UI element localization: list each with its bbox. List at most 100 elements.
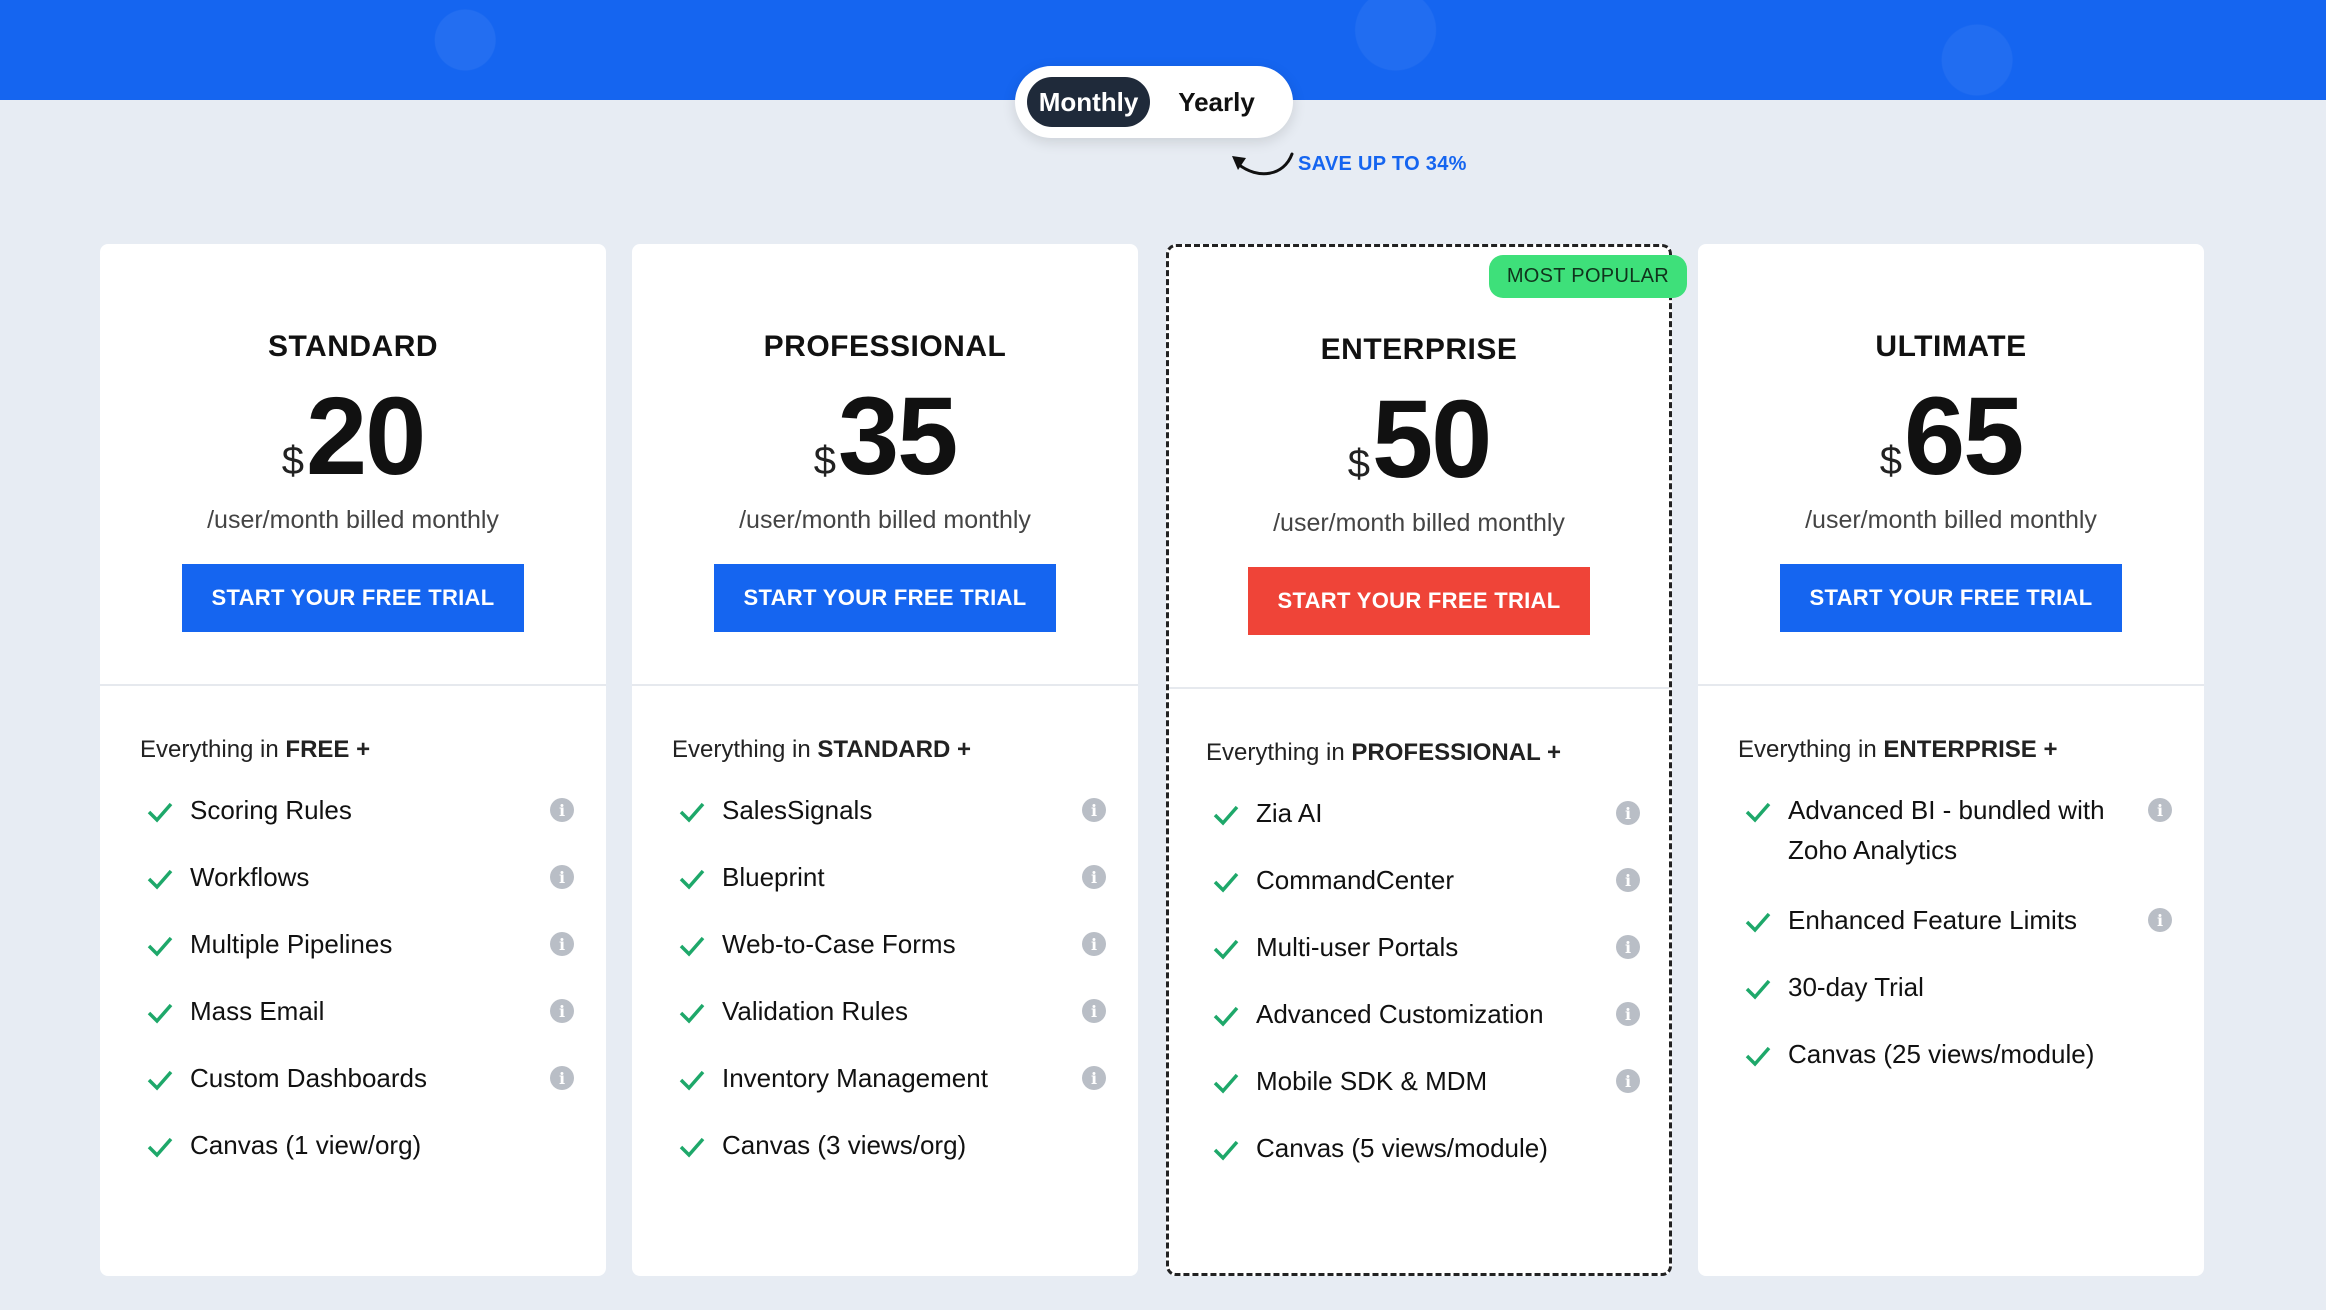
info-icon[interactable]: i xyxy=(1616,801,1640,825)
feature-item: 30-day Trial xyxy=(1744,972,2164,1007)
plan-card-head: PROFESSIONAL $ 35 /user/month billed mon… xyxy=(632,244,1138,686)
check-icon xyxy=(1745,802,1771,823)
check-icon xyxy=(147,936,173,957)
currency-symbol: $ xyxy=(281,439,304,483)
plan-name: PROFESSIONAL xyxy=(763,330,1007,363)
price-amount: 65 xyxy=(1903,375,2024,498)
plan-price: $ 35 xyxy=(632,382,1138,492)
feature-list: Scoring Rules i Workflows i Multiple Pipel… xyxy=(146,795,574,1198)
save-note: SAVE UP TO 34% xyxy=(1228,146,1467,182)
info-icon[interactable]: i xyxy=(550,865,574,889)
info-icon[interactable]: i xyxy=(1082,932,1106,956)
check-icon xyxy=(1213,872,1239,893)
plan-name: ULTIMATE xyxy=(1875,330,2027,363)
check-icon xyxy=(679,869,705,890)
check-icon xyxy=(679,1003,705,1024)
info-icon[interactable]: i xyxy=(1082,865,1106,889)
feature-item: Advanced Customization i xyxy=(1212,999,1640,1034)
start-trial-button[interactable]: START YOUR FREE TRIAL xyxy=(1780,564,2122,632)
feature-item: Canvas (3 views/org) xyxy=(678,1130,1098,1165)
info-icon[interactable]: i xyxy=(2148,908,2172,932)
plan-price: $ 20 xyxy=(100,382,606,492)
plan-card-enterprise: MOST POPULAR ENTERPRISE $ 50 /user/month… xyxy=(1166,244,1687,1276)
start-trial-button[interactable]: START YOUR FREE TRIAL xyxy=(714,564,1056,632)
feature-item: Scoring Rules i xyxy=(146,795,574,830)
feature-item: Workflows i xyxy=(146,862,574,897)
check-icon xyxy=(679,802,705,823)
feature-item: Advanced BI - bundled with Zoho Analytic… xyxy=(1744,795,2172,870)
feature-item: SalesSignals i xyxy=(678,795,1106,830)
feature-list: Advanced BI - bundled with Zoho Analytic… xyxy=(1744,795,2172,1107)
plan-name: ENTERPRISE xyxy=(1320,333,1518,366)
check-icon xyxy=(147,1070,173,1091)
feature-list: Zia AI i CommandCenter i Multi-user Portal… xyxy=(1212,798,1640,1201)
price-amount: 35 xyxy=(837,375,958,498)
feature-item: Multi-user Portals i xyxy=(1212,932,1640,967)
currency-symbol: $ xyxy=(1347,442,1370,486)
check-icon xyxy=(1213,1006,1239,1027)
billing-period: /user/month billed monthly xyxy=(1805,506,2097,534)
feature-item: Mobile SDK & MDM i xyxy=(1212,1066,1640,1101)
info-icon[interactable]: i xyxy=(550,999,574,1023)
plan-price: $ 65 xyxy=(1698,382,2204,492)
plan-card-standard: STANDARD $ 20 /user/month billed monthly… xyxy=(100,244,606,1276)
info-icon[interactable]: i xyxy=(1082,999,1106,1023)
everything-in: Everything in ENTERPRISE + xyxy=(1738,736,2058,763)
check-icon xyxy=(147,1137,173,1158)
info-icon[interactable]: i xyxy=(1616,1002,1640,1026)
check-icon xyxy=(147,802,173,823)
info-icon[interactable]: i xyxy=(1616,935,1640,959)
feature-item: Web-to-Case Forms i xyxy=(678,929,1106,964)
toggle-yearly[interactable]: Yearly xyxy=(1152,77,1281,127)
check-icon xyxy=(147,869,173,890)
check-icon xyxy=(1213,1073,1239,1094)
start-trial-button[interactable]: START YOUR FREE TRIAL xyxy=(1248,567,1590,635)
feature-item: Canvas (5 views/module) xyxy=(1212,1133,1632,1168)
info-icon[interactable]: i xyxy=(550,1066,574,1090)
check-icon xyxy=(1745,912,1771,933)
check-icon xyxy=(679,1137,705,1158)
plan-card-professional: PROFESSIONAL $ 35 /user/month billed mon… xyxy=(632,244,1138,1276)
check-icon xyxy=(1213,939,1239,960)
info-icon[interactable]: i xyxy=(2148,798,2172,822)
info-icon[interactable]: i xyxy=(550,932,574,956)
toggle-monthly[interactable]: Monthly xyxy=(1027,77,1151,127)
check-icon xyxy=(1213,1140,1239,1161)
feature-item: Enhanced Feature Limits i xyxy=(1744,905,2172,940)
plan-card-head: ULTIMATE $ 65 /user/month billed monthly… xyxy=(1698,244,2204,686)
plan-card-ultimate: ULTIMATE $ 65 /user/month billed monthly… xyxy=(1698,244,2204,1276)
plan-price: $ 50 xyxy=(1169,385,1669,495)
currency-symbol: $ xyxy=(1879,439,1902,483)
info-icon[interactable]: i xyxy=(1082,1066,1106,1090)
plan-card-head: STANDARD $ 20 /user/month billed monthly… xyxy=(100,244,606,686)
everything-in: Everything in STANDARD + xyxy=(672,736,971,763)
feature-item: Zia AI i xyxy=(1212,798,1640,833)
feature-item: CommandCenter i xyxy=(1212,865,1640,900)
check-icon xyxy=(1213,805,1239,826)
billing-period: /user/month billed monthly xyxy=(1273,509,1565,537)
everything-in: Everything in FREE + xyxy=(140,736,371,763)
everything-in: Everything in PROFESSIONAL + xyxy=(1206,739,1562,766)
billing-period: /user/month billed monthly xyxy=(739,506,1031,534)
plan-card-head: ENTERPRISE $ 50 /user/month billed month… xyxy=(1169,247,1669,689)
feature-item: Canvas (1 view/org) xyxy=(146,1130,566,1165)
info-icon[interactable]: i xyxy=(1082,798,1106,822)
billing-period: /user/month billed monthly xyxy=(207,506,499,534)
feature-item: Mass Email i xyxy=(146,996,574,1031)
check-icon xyxy=(1745,1046,1771,1067)
info-icon[interactable]: i xyxy=(1616,868,1640,892)
feature-item: Inventory Management i xyxy=(678,1063,1106,1098)
save-text: SAVE UP TO 34% xyxy=(1298,152,1467,175)
check-icon xyxy=(679,936,705,957)
start-trial-button[interactable]: START YOUR FREE TRIAL xyxy=(182,564,524,632)
feature-list: SalesSignals i Blueprint i Web-to-Case For… xyxy=(678,795,1106,1198)
price-amount: 20 xyxy=(305,375,426,498)
feature-item: Custom Dashboards i xyxy=(146,1063,574,1098)
info-icon[interactable]: i xyxy=(1616,1069,1640,1093)
billing-toggle[interactable]: Monthly Yearly xyxy=(1015,66,1293,138)
feature-item: Canvas (25 views/module) xyxy=(1744,1039,2164,1074)
feature-item: Validation Rules i xyxy=(678,996,1106,1031)
price-amount: 50 xyxy=(1371,378,1492,501)
plan-name: STANDARD xyxy=(267,330,439,363)
info-icon[interactable]: i xyxy=(550,798,574,822)
